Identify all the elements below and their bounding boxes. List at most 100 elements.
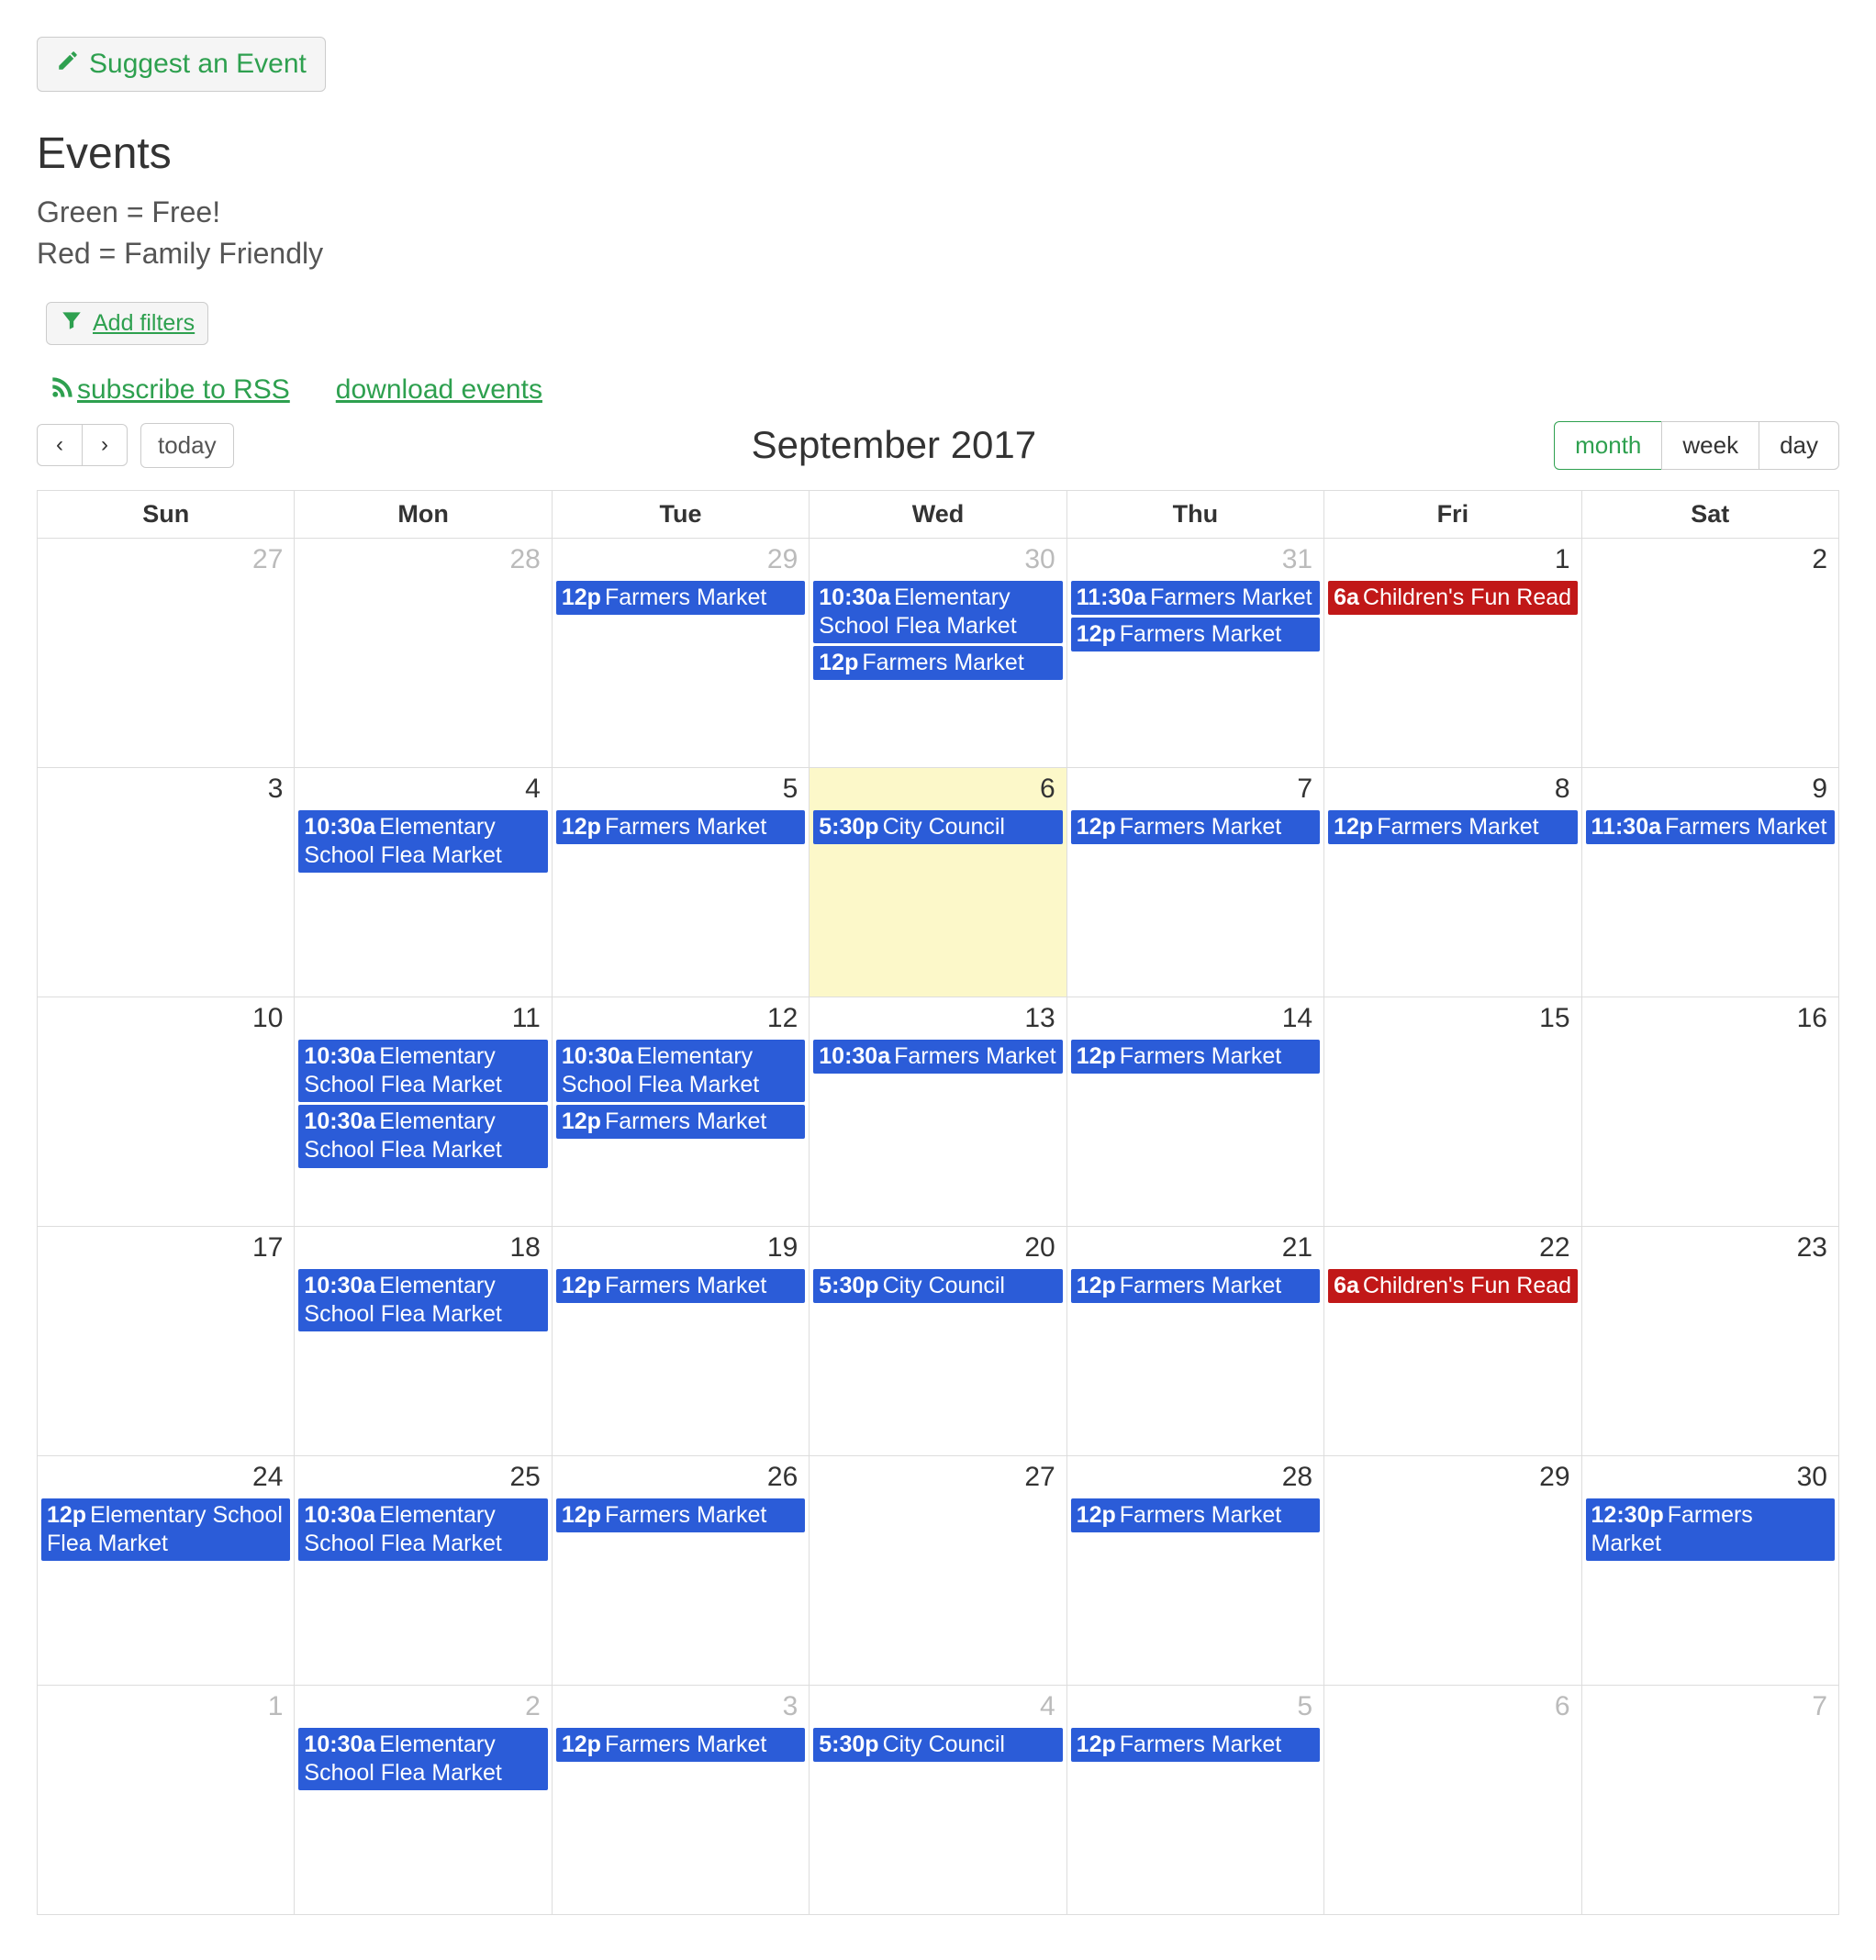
calendar-cell[interactable]: 6 bbox=[1324, 1685, 1581, 1914]
add-filters-button[interactable]: Add filters bbox=[46, 302, 208, 345]
calendar-cell[interactable]: 2510:30aElementary School Flea Market bbox=[295, 1455, 552, 1685]
calendar-cell[interactable]: 1912pFarmers Market bbox=[552, 1226, 809, 1455]
day-number: 7 bbox=[1582, 1686, 1838, 1728]
calendar-cell[interactable]: 29 bbox=[1324, 1455, 1581, 1685]
calendar-event[interactable]: 6aChildren's Fun Read bbox=[1328, 1269, 1577, 1303]
subscribe-rss-link[interactable]: subscribe to RSS bbox=[77, 374, 290, 406]
calendar-event[interactable]: 5:30pCity Council bbox=[813, 1269, 1062, 1303]
calendar-event[interactable]: 12pFarmers Market bbox=[1071, 618, 1320, 651]
calendar-event[interactable]: 12pFarmers Market bbox=[556, 1728, 805, 1762]
calendar-cell[interactable]: 210:30aElementary School Flea Market bbox=[295, 1685, 552, 1914]
calendar-event[interactable]: 12:30pFarmers Market bbox=[1586, 1498, 1835, 1562]
calendar-cell[interactable]: 28 bbox=[295, 538, 552, 767]
calendar-cell[interactable]: 16aChildren's Fun Read bbox=[1324, 538, 1581, 767]
calendar-cell[interactable]: 1 bbox=[38, 1685, 295, 1914]
calendar-cell[interactable]: 512pFarmers Market bbox=[552, 767, 809, 997]
calendar-event[interactable]: 12pFarmers Market bbox=[556, 1498, 805, 1532]
calendar-cell[interactable]: 3010:30aElementary School Flea Market12p… bbox=[810, 538, 1066, 767]
calendar-event[interactable]: 12pFarmers Market bbox=[1071, 1498, 1320, 1532]
calendar-cell[interactable]: 16 bbox=[1581, 997, 1838, 1226]
calendar-cell[interactable]: 410:30aElementary School Flea Market bbox=[295, 767, 552, 997]
calendar-event[interactable]: 12pFarmers Market bbox=[1328, 810, 1577, 844]
suggest-event-button[interactable]: Suggest an Event bbox=[37, 37, 326, 92]
event-title: Farmers Market bbox=[894, 1043, 1055, 1069]
event-title: Farmers Market bbox=[605, 585, 766, 610]
calendar-event[interactable]: 10:30aElementary School Flea Market bbox=[298, 810, 547, 874]
view-day-button[interactable]: day bbox=[1759, 421, 1839, 470]
download-events-link[interactable]: download events bbox=[336, 374, 542, 406]
event-time: 12p bbox=[562, 1502, 601, 1528]
calendar-event[interactable]: 12pFarmers Market bbox=[1071, 810, 1320, 844]
calendar-cell[interactable]: 1310:30aFarmers Market bbox=[810, 997, 1066, 1226]
event-time: 12p bbox=[1077, 814, 1116, 840]
calendar-cell[interactable]: 205:30pCity Council bbox=[810, 1226, 1066, 1455]
calendar-event[interactable]: 12pFarmers Market bbox=[813, 646, 1062, 680]
calendar-cell[interactable]: 2412pElementary School Flea Market bbox=[38, 1455, 295, 1685]
calendar-event[interactable]: 12pFarmers Market bbox=[556, 581, 805, 615]
calendar-cell[interactable]: 2912pFarmers Market bbox=[552, 538, 809, 767]
view-month-button[interactable]: month bbox=[1554, 421, 1662, 470]
view-week-button[interactable]: week bbox=[1661, 421, 1759, 470]
day-number: 9 bbox=[1582, 768, 1838, 810]
calendar-event[interactable]: 6aChildren's Fun Read bbox=[1328, 581, 1577, 615]
calendar-cell[interactable]: 27 bbox=[810, 1455, 1066, 1685]
calendar-event[interactable]: 10:30aElementary School Flea Market bbox=[556, 1040, 805, 1103]
calendar-event[interactable]: 10:30aElementary School Flea Market bbox=[813, 581, 1062, 644]
event-time: 10:30a bbox=[304, 1043, 375, 1069]
calendar-cell[interactable]: 10 bbox=[38, 997, 295, 1226]
calendar-cell[interactable]: 3012:30pFarmers Market bbox=[1581, 1455, 1838, 1685]
calendar-cell[interactable]: 17 bbox=[38, 1226, 295, 1455]
calendar-cell[interactable]: 2812pFarmers Market bbox=[1066, 1455, 1323, 1685]
calendar-cell[interactable]: 312pFarmers Market bbox=[552, 1685, 809, 1914]
day-number: 22 bbox=[1324, 1227, 1580, 1269]
calendar-event[interactable]: 11:30aFarmers Market bbox=[1586, 810, 1835, 844]
day-number: 24 bbox=[38, 1456, 294, 1498]
calendar-event[interactable]: 10:30aElementary School Flea Market bbox=[298, 1105, 547, 1168]
calendar-event[interactable]: 12pFarmers Market bbox=[1071, 1040, 1320, 1074]
calendar-event[interactable]: 12pFarmers Market bbox=[556, 1269, 805, 1303]
day-number: 3 bbox=[38, 768, 294, 810]
calendar-cell[interactable]: 2612pFarmers Market bbox=[552, 1455, 809, 1685]
calendar-cell[interactable]: 7 bbox=[1581, 1685, 1838, 1914]
calendar-cell[interactable]: 1110:30aElementary School Flea Market10:… bbox=[295, 997, 552, 1226]
calendar-event[interactable]: 11:30aFarmers Market bbox=[1071, 581, 1320, 615]
calendar-cell[interactable]: 45:30pCity Council bbox=[810, 1685, 1066, 1914]
calendar-event[interactable]: 12pFarmers Market bbox=[1071, 1269, 1320, 1303]
calendar-event[interactable]: 10:30aElementary School Flea Market bbox=[298, 1040, 547, 1103]
calendar-event[interactable]: 5:30pCity Council bbox=[813, 1728, 1062, 1762]
calendar-cell[interactable]: 65:30pCity Council bbox=[810, 767, 1066, 997]
calendar-cell[interactable]: 226aChildren's Fun Read bbox=[1324, 1226, 1581, 1455]
day-number: 20 bbox=[810, 1227, 1066, 1269]
calendar-event[interactable]: 12pFarmers Market bbox=[556, 1105, 805, 1139]
calendar-event[interactable]: 12pFarmers Market bbox=[1071, 1728, 1320, 1762]
calendar-grid: SunMonTueWedThuFriSat 27282912pFarmers M… bbox=[37, 490, 1839, 1915]
calendar-cell[interactable]: 1810:30aElementary School Flea Market bbox=[295, 1226, 552, 1455]
calendar-cell[interactable]: 2 bbox=[1581, 538, 1838, 767]
calendar-cell[interactable]: 812pFarmers Market bbox=[1324, 767, 1581, 997]
calendar-event[interactable]: 12pFarmers Market bbox=[556, 810, 805, 844]
next-button[interactable]: › bbox=[82, 424, 128, 466]
calendar-cell[interactable]: 2112pFarmers Market bbox=[1066, 1226, 1323, 1455]
calendar-cell[interactable]: 23 bbox=[1581, 1226, 1838, 1455]
calendar-cell[interactable]: 1210:30aElementary School Flea Market12p… bbox=[552, 997, 809, 1226]
day-number: 27 bbox=[810, 1456, 1066, 1498]
prev-button[interactable]: ‹ bbox=[37, 424, 83, 466]
calendar-event[interactable]: 10:30aFarmers Market bbox=[813, 1040, 1062, 1074]
calendar-event[interactable]: 10:30aElementary School Flea Market bbox=[298, 1269, 547, 1332]
today-button[interactable]: today bbox=[140, 423, 234, 468]
calendar-cell[interactable]: 712pFarmers Market bbox=[1066, 767, 1323, 997]
calendar-cell[interactable]: 911:30aFarmers Market bbox=[1581, 767, 1838, 997]
calendar-cell[interactable]: 15 bbox=[1324, 997, 1581, 1226]
day-number: 6 bbox=[1324, 1686, 1580, 1728]
calendar-event[interactable]: 5:30pCity Council bbox=[813, 810, 1062, 844]
calendar-event[interactable]: 10:30aElementary School Flea Market bbox=[298, 1728, 547, 1791]
calendar-cell[interactable]: 3111:30aFarmers Market12pFarmers Market bbox=[1066, 538, 1323, 767]
calendar-cell[interactable]: 27 bbox=[38, 538, 295, 767]
calendar-cell[interactable]: 512pFarmers Market bbox=[1066, 1685, 1323, 1914]
day-header: Sun bbox=[38, 490, 295, 538]
calendar-event[interactable]: 10:30aElementary School Flea Market bbox=[298, 1498, 547, 1562]
calendar-event[interactable]: 12pElementary School Flea Market bbox=[41, 1498, 290, 1562]
calendar-cell[interactable]: 1412pFarmers Market bbox=[1066, 997, 1323, 1226]
event-time: 10:30a bbox=[819, 1043, 890, 1069]
calendar-cell[interactable]: 3 bbox=[38, 767, 295, 997]
